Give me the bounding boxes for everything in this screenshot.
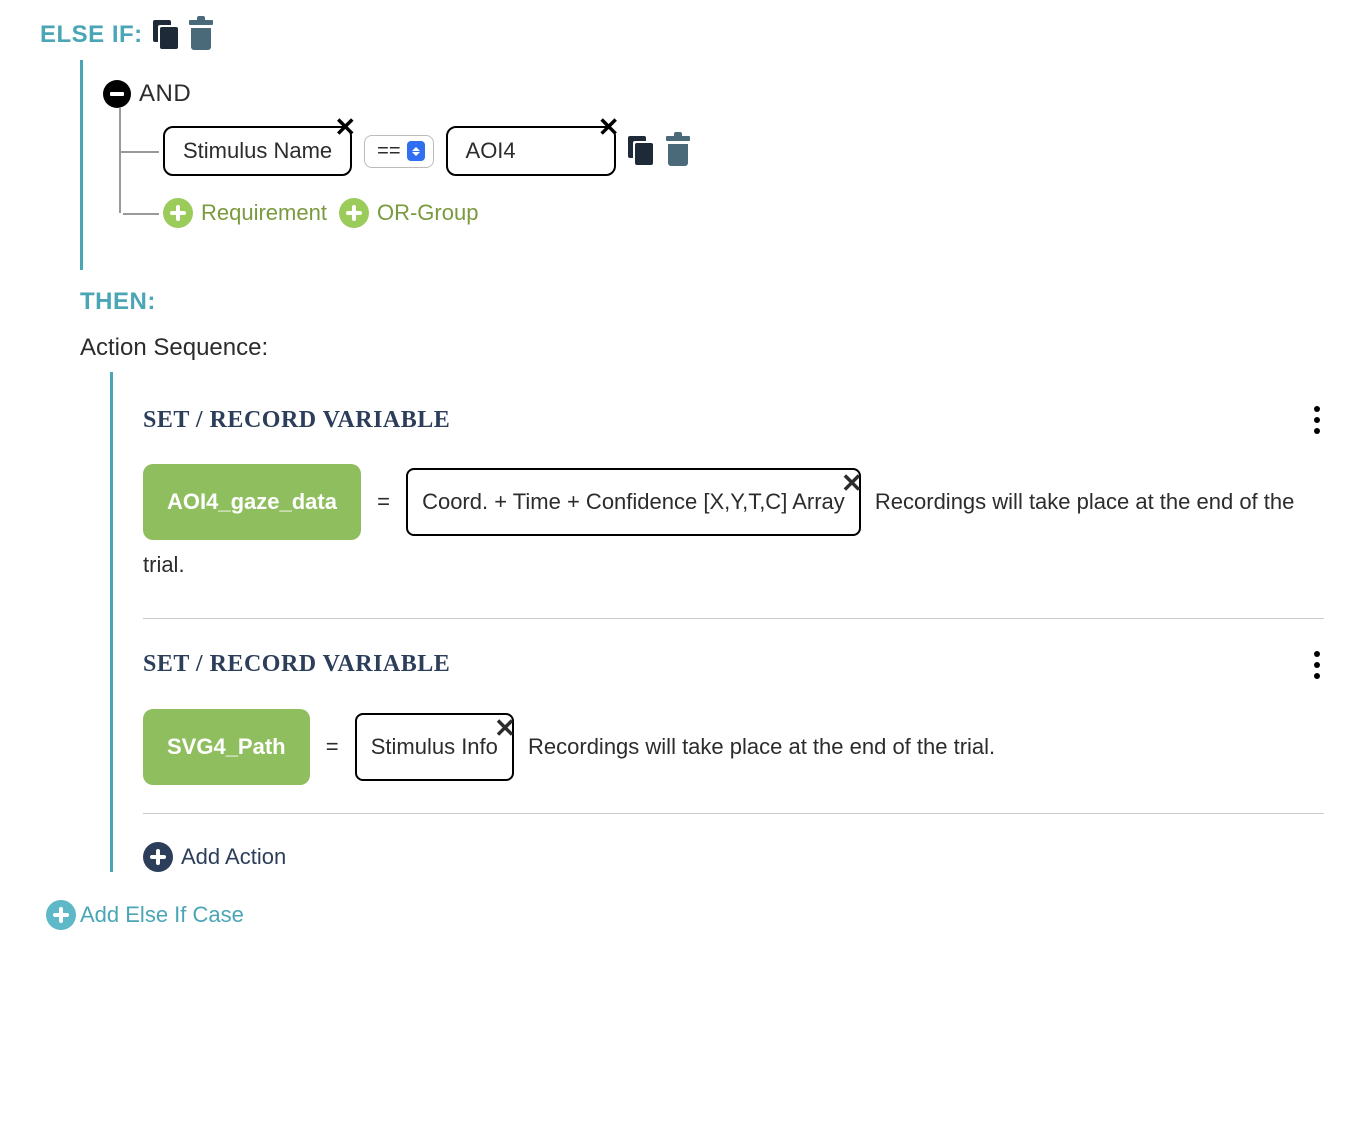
close-icon[interactable]: ✕ (841, 455, 863, 512)
kebab-icon[interactable] (1310, 647, 1324, 683)
condition-rail: AND Stimulus Name ✕ == AOI4 ✕ (80, 60, 1324, 270)
plus-icon (143, 842, 173, 872)
chevron-updown-icon (407, 141, 425, 161)
condition-left-chip[interactable]: Stimulus Name ✕ (163, 126, 352, 176)
trash-icon[interactable] (189, 20, 213, 50)
add-requirement-label: Requirement (201, 200, 327, 226)
equals-sign: = (326, 734, 339, 759)
add-elseif-label: Add Else If Case (80, 902, 244, 928)
value-text: Coord. + Time + Confidence [X,Y,T,C] Arr… (422, 489, 845, 514)
action-card: SET / RECORD VARIABLE AOI4_gaze_data = C… (143, 402, 1324, 619)
action-rail: SET / RECORD VARIABLE AOI4_gaze_data = C… (110, 372, 1324, 872)
condition-left-text: Stimulus Name (183, 138, 332, 163)
condition-right-chip[interactable]: AOI4 ✕ (446, 126, 616, 176)
action-sequence-label: Action Sequence: (80, 334, 1324, 362)
condition-row: Stimulus Name ✕ == AOI4 ✕ (121, 126, 1324, 176)
add-requirement-button[interactable]: Requirement (163, 198, 327, 228)
plus-icon (163, 198, 193, 228)
add-action-label: Add Action (181, 844, 286, 870)
copy-icon[interactable] (153, 20, 179, 50)
variable-pill[interactable]: SVG4_Path (143, 709, 310, 785)
elseif-header: ELSE IF: (40, 20, 1324, 50)
comparator-label: == (377, 140, 400, 163)
value-box[interactable]: Stimulus Info ✕ (355, 713, 514, 781)
action-title: SET / RECORD VARIABLE (143, 651, 450, 678)
variable-pill[interactable]: AOI4_gaze_data (143, 464, 361, 540)
close-icon[interactable]: ✕ (598, 114, 620, 140)
condition-right-text: AOI4 (466, 138, 516, 163)
and-operator-label: AND (139, 80, 191, 108)
action-title: SET / RECORD VARIABLE (143, 407, 450, 434)
add-orgroup-label: OR-Group (377, 200, 478, 226)
trash-icon[interactable] (666, 136, 690, 166)
condition-tree: Stimulus Name ✕ == AOI4 ✕ Requireme (119, 108, 1324, 228)
then-label: THEN: (80, 288, 1324, 316)
and-operator-row: AND (103, 80, 1324, 108)
copy-icon[interactable] (628, 136, 654, 166)
kebab-icon[interactable] (1310, 402, 1324, 438)
action-card: SET / RECORD VARIABLE SVG4_Path = Stimul… (143, 647, 1324, 814)
add-elseif-button[interactable]: Add Else If Case (46, 900, 1324, 930)
plus-icon (339, 198, 369, 228)
value-box[interactable]: Coord. + Time + Confidence [X,Y,T,C] Arr… (406, 468, 861, 536)
comparator-select[interactable]: == (364, 135, 433, 168)
close-icon[interactable]: ✕ (494, 700, 516, 757)
collapse-icon[interactable] (103, 80, 131, 108)
elseif-label: ELSE IF: (40, 21, 143, 49)
plus-icon (46, 900, 76, 930)
close-icon[interactable]: ✕ (334, 114, 356, 140)
equals-sign: = (377, 489, 390, 514)
value-text: Stimulus Info (371, 734, 498, 759)
condition-add-row: Requirement OR-Group (121, 198, 1324, 228)
add-action-button[interactable]: Add Action (143, 842, 1324, 872)
recording-note: Recordings will take place at the end of… (528, 734, 995, 759)
add-orgroup-button[interactable]: OR-Group (339, 198, 478, 228)
